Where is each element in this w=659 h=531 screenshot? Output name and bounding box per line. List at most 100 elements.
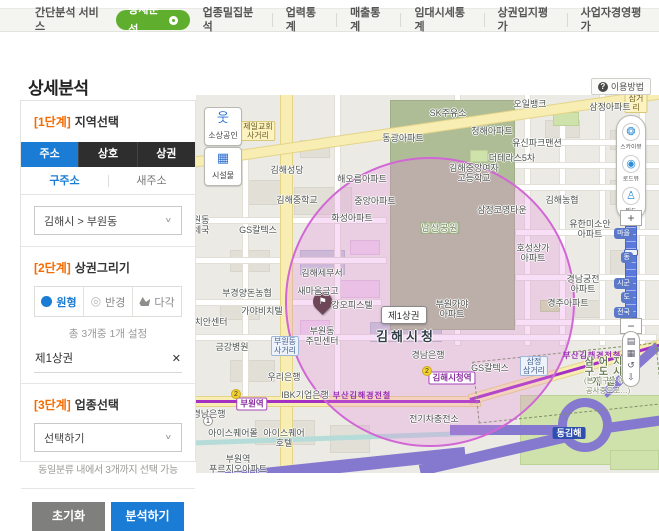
nav-item-label: 업력통계	[286, 6, 323, 34]
step1-badge: [1단계]	[34, 115, 71, 129]
map-label: 경남은행	[411, 350, 444, 360]
map-label: 2	[422, 366, 432, 376]
address-type-subtabs: 구주소 새주소	[21, 167, 195, 195]
step3-title: 업종선택	[75, 398, 119, 412]
map-label: 1	[203, 416, 213, 426]
subtab-new-address[interactable]: 새주소	[108, 167, 195, 194]
facility-icon: ▦	[205, 151, 241, 165]
roadview-button[interactable]: ◉로드뷰	[617, 153, 645, 185]
top-navigation: 간단분석 서비스상세분석업종밀집분석업력통계매출통계임대시세통계상권입지평가사업…	[0, 8, 659, 32]
highway	[450, 425, 562, 435]
analysis-panel: [1단계] 지역선택 주소 상호 상권 구주소 새주소 김해시 > 부원동 ∨ […	[20, 100, 196, 462]
nav-item-label: 간단분석 서비스	[35, 6, 103, 34]
nav-item-label: 사업자경영평가	[581, 6, 646, 34]
nav-item-label: 상세분석	[128, 0, 165, 40]
download-tool-icon[interactable]: ⇩	[623, 371, 639, 383]
map-road	[525, 95, 530, 345]
small-park	[553, 112, 579, 126]
small-business-tool-button[interactable]: 웃소상공인	[204, 107, 242, 146]
map-building	[300, 320, 330, 335]
shape-circle-button[interactable]: 원형	[35, 287, 84, 316]
zoom-level-tag[interactable]: 시군	[614, 278, 633, 289]
nav-item-label: 업종밀집분석	[203, 6, 259, 34]
nav-item[interactable]: 상세분석	[116, 10, 189, 30]
step3-heading: [3단계] 업종선택	[34, 396, 182, 413]
step1-title: 지역선택	[75, 115, 119, 129]
top-nav-list: 간단분석 서비스상세분석업종밀집분석업력통계매출통계임대시세통계상권입지평가사업…	[0, 9, 659, 31]
step3-section: [3단계] 업종선택 선택하기 ∨ 동일분류 내에서 3개까지 선택 가능	[21, 384, 195, 488]
nav-item-label: 임대시세통계	[414, 6, 470, 34]
nav-item[interactable]: 간단분석 서비스	[22, 13, 116, 27]
skyview-icon: ❂	[622, 123, 640, 141]
facility-tool-button[interactable]: ▦ 시설물	[204, 147, 242, 186]
interchange-green	[610, 450, 659, 470]
radius-shape-icon: ◎	[91, 296, 101, 307]
question-icon: ?	[598, 82, 608, 92]
shape-radius-button[interactable]: ◎ 반경	[84, 287, 133, 316]
nav-item-label: 매출통계	[350, 6, 387, 34]
step2-title: 상권그리기	[75, 261, 130, 275]
region-select-value: 김해시 > 부원동	[44, 213, 117, 229]
map-label: 김해시청역	[428, 372, 475, 385]
map-bottom-tools: ▤▦↺⇩	[622, 331, 640, 387]
area-tool-icon[interactable]: ▦	[623, 347, 639, 359]
chevron-down-icon: ∨	[165, 217, 172, 225]
zoom-level-tag[interactable]: 도	[621, 292, 633, 303]
map-right-tools: ❂스카이뷰◉로드뷰♙밀도	[616, 115, 646, 221]
category-select[interactable]: 선택하기 ∨	[34, 423, 182, 452]
active-marker-icon	[169, 16, 177, 25]
skyview-button[interactable]: ❂스카이뷰	[617, 121, 645, 153]
map-building	[350, 240, 380, 255]
step2-section: [2단계]상권그리기 원형 ◎ 반경 다각 총 3개중 1개 설정 제1상권 ✕	[21, 247, 195, 383]
trade-area-name: 제1상권	[35, 350, 73, 366]
shape-radius-label: 반경	[105, 294, 125, 310]
analyze-button[interactable]: 분석하기	[111, 502, 184, 531]
remove-area-icon[interactable]: ✕	[172, 352, 181, 365]
reset-button[interactable]: 초기화	[32, 502, 105, 531]
reset-tool-icon[interactable]: ↺	[623, 359, 639, 371]
menu-tool-icon[interactable]: ▤	[623, 335, 639, 347]
shape-count-note: 총 3개중 1개 설정	[34, 326, 182, 341]
map-canvas[interactable]: 제1상권 ⚑ 제일교회 사거리삼거리동광아파트해오름아파트김해성당김해중앙여자 …	[196, 95, 659, 473]
tool-label: 시설물	[212, 171, 234, 180]
map-building	[340, 280, 380, 298]
small-business-icon: 웃	[205, 111, 241, 125]
zoom-level-tag[interactable]: 전국	[614, 307, 633, 318]
map-label: 해오름아파트	[337, 174, 387, 184]
density-icon: ♙	[622, 187, 640, 205]
tab-trade-area[interactable]: 상권	[138, 142, 195, 167]
nav-item[interactable]: 상권입지평가	[484, 13, 567, 27]
tool-label: 스카이뷰	[618, 142, 643, 151]
circle-shape-icon	[41, 296, 52, 307]
trade-area-map-label: 제1상권	[381, 306, 427, 324]
small-park	[540, 300, 560, 312]
zoom-level-tag[interactable]: 마을	[614, 228, 633, 239]
map-label: 경남은행	[196, 409, 226, 419]
zoom-level-tag[interactable]: 동	[621, 252, 633, 263]
tab-store-name[interactable]: 상호	[79, 142, 137, 167]
nav-item-label: 상권입지평가	[498, 6, 554, 34]
roadview-icon: ◉	[622, 155, 640, 173]
map-building	[245, 180, 285, 205]
tab-address[interactable]: 주소	[21, 142, 79, 167]
zoom-in-button[interactable]: +	[620, 210, 642, 226]
map-road	[196, 335, 656, 340]
nav-item[interactable]: 사업자경영평가	[567, 13, 659, 27]
nav-item[interactable]: 업종밀집분석	[190, 13, 272, 27]
map-marker-pin[interactable]: ⚑	[309, 288, 336, 315]
panel-actions: 초기화 분석하기	[21, 489, 195, 531]
region-select[interactable]: 김해시 > 부원동 ∨	[34, 206, 182, 235]
category-note: 동일분류 내에서 3개까지 선택 가능	[34, 461, 182, 476]
nav-item[interactable]: 임대시세통계	[400, 13, 483, 27]
nav-item[interactable]: 업력통계	[272, 13, 336, 27]
shape-circle-label: 원형	[56, 294, 76, 310]
step2-heading: [2단계]상권그리기	[34, 259, 182, 276]
step3-badge: [3단계]	[34, 398, 71, 412]
shape-polygon-button[interactable]: 다각	[133, 287, 181, 316]
chevron-down-icon: ∨	[165, 434, 172, 442]
subtab-old-address[interactable]: 구주소	[21, 167, 108, 194]
zoom-slider[interactable]	[625, 226, 637, 318]
nav-item[interactable]: 매출통계	[336, 13, 400, 27]
flag-icon: ⚑	[313, 292, 332, 311]
help-button[interactable]: ? 이용방법	[591, 78, 651, 95]
